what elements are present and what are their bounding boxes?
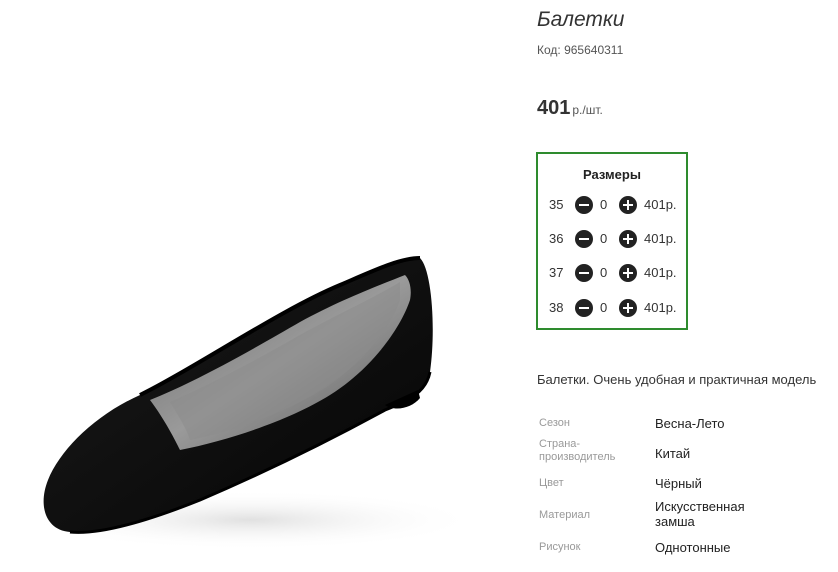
plus-circle-icon[interactable] bbox=[619, 230, 637, 248]
size-row: 38 0 401р. bbox=[538, 298, 686, 318]
attribute-value: Искусственная замша bbox=[655, 499, 745, 529]
attribute-value: Чёрный bbox=[655, 476, 702, 491]
size-price: 401р. bbox=[644, 231, 677, 246]
product-price: 401 р./шт. bbox=[537, 97, 603, 120]
attribute-value: Китай bbox=[655, 446, 691, 461]
size-price: 401р. bbox=[644, 300, 677, 315]
size-price: 401р. bbox=[644, 265, 677, 280]
size-row: 37 0 401р. bbox=[538, 263, 686, 283]
minus-circle-icon[interactable] bbox=[575, 230, 593, 248]
attribute-value: Однотонные bbox=[655, 540, 731, 555]
plus-circle-icon[interactable] bbox=[619, 264, 637, 282]
size-quantity: 0 bbox=[600, 265, 608, 280]
attribute-label: Цвет bbox=[539, 477, 564, 489]
size-row: 35 0 401р. bbox=[538, 195, 686, 215]
size-label: 37 bbox=[549, 265, 564, 280]
ballet-flat-shoe-image bbox=[20, 256, 480, 550]
size-row: 36 0 401р. bbox=[538, 229, 686, 249]
attribute-label: Страна-производитель bbox=[539, 438, 616, 463]
attribute-label: Рисунок bbox=[539, 541, 581, 553]
plus-circle-icon[interactable] bbox=[619, 299, 637, 317]
size-label: 35 bbox=[549, 197, 564, 212]
attribute-label: Сезон bbox=[539, 417, 570, 429]
size-quantity: 0 bbox=[600, 300, 608, 315]
plus-circle-icon[interactable] bbox=[619, 196, 637, 214]
size-label: 36 bbox=[549, 231, 564, 246]
product-description: Балетки. Очень удобная и практичная моде… bbox=[537, 372, 817, 387]
price-amount: 401 bbox=[537, 97, 571, 119]
minus-circle-icon[interactable] bbox=[575, 264, 593, 282]
size-label: 38 bbox=[549, 300, 564, 315]
attribute-label: Материал bbox=[539, 509, 590, 521]
size-quantity: 0 bbox=[600, 231, 608, 246]
product-code: Код: 965640311 bbox=[537, 43, 624, 57]
minus-circle-icon[interactable] bbox=[575, 299, 593, 317]
size-quantity: 0 bbox=[600, 197, 608, 212]
price-unit: р./шт. bbox=[572, 103, 603, 117]
product-photo bbox=[0, 0, 520, 572]
size-price: 401р. bbox=[644, 197, 677, 212]
product-title: Балетки bbox=[537, 8, 625, 31]
attribute-value: Весна-Лето bbox=[655, 416, 725, 431]
minus-circle-icon[interactable] bbox=[575, 196, 593, 214]
product-page: Балетки Код: 965640311 401 р./шт. Размеры… bbox=[0, 0, 838, 572]
sizes-panel: Размеры 35 0 401р. 36 0 401р. 37 0 401р.… bbox=[536, 152, 688, 330]
sizes-title: Размеры bbox=[583, 167, 641, 182]
